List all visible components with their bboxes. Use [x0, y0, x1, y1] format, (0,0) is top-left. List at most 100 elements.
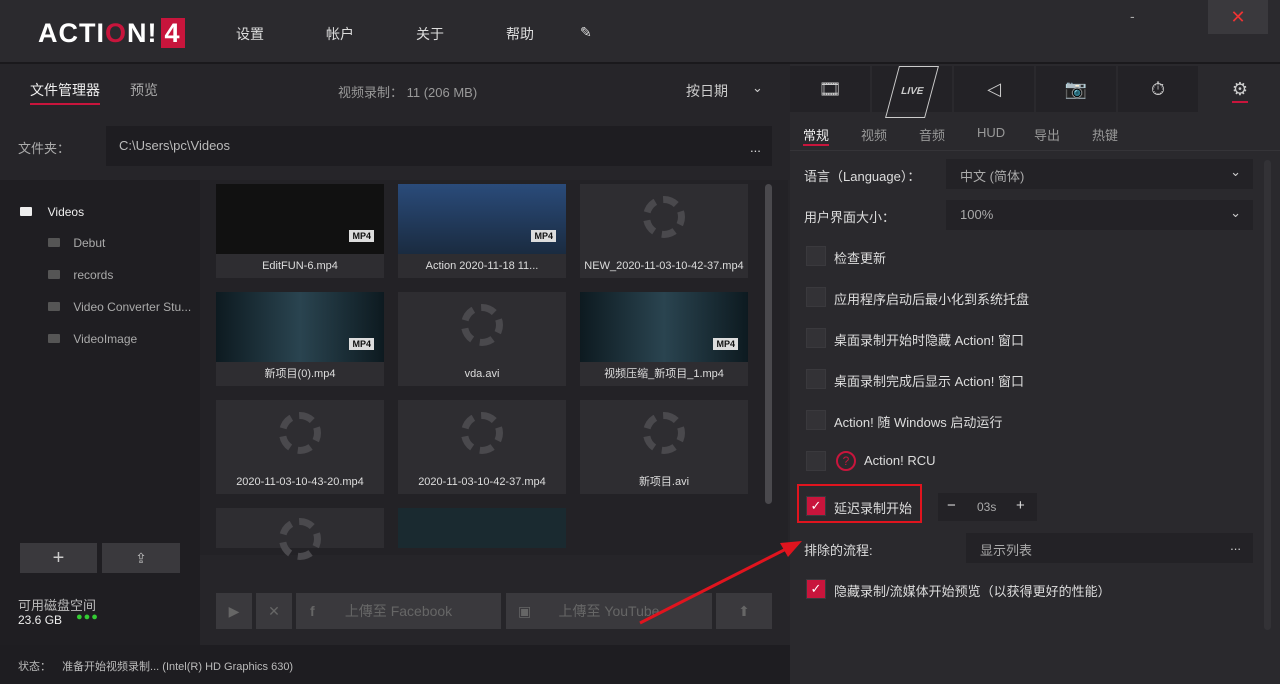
mp4-badge: MP4 [349, 338, 374, 350]
tab-preview[interactable]: 预览 [130, 80, 158, 100]
pen-icon[interactable]: ✎ [580, 24, 592, 41]
video-thumb[interactable]: 新项目.avi [580, 400, 748, 494]
folder-item[interactable]: Debut [48, 236, 105, 250]
subtab-hotkeys[interactable]: 热键 [1092, 125, 1118, 144]
sort-dropdown[interactable]: 按日期 [686, 81, 728, 101]
loading-spinner-icon [279, 412, 321, 454]
thumbnail-image [216, 184, 384, 254]
video-name: vda.avi [464, 368, 500, 380]
video-thumb[interactable]: 2020-11-03-10-43-20.mp4 [216, 400, 384, 494]
help-icon[interactable]: ? [836, 451, 856, 471]
mp4-badge: MP4 [349, 230, 374, 242]
upload-facebook-button[interactable]: f 上傳至 Facebook [296, 593, 501, 629]
recordings-count: 视频录制： 11 (206 MB) [338, 85, 478, 100]
delay-value[interactable]: 03s [977, 500, 996, 514]
folder-icon [48, 302, 60, 311]
video-name: NEW_2020-11-03-10-42-37.mp4 [584, 260, 744, 272]
status-label: 状态： [18, 661, 51, 673]
play-button[interactable]: ▶ [216, 593, 252, 629]
camera-tab-icon[interactable]: 📷 [1036, 66, 1116, 112]
browse-folder-button[interactable]: ... [750, 140, 761, 155]
audio-tab-icon[interactable]: ◁ [954, 66, 1034, 112]
video-thumb[interactable]: NEW_2020-11-03-10-42-37.mp4 [580, 184, 748, 278]
setting-checkbox[interactable] [806, 451, 826, 471]
settings-tab-icon[interactable]: ⚙ [1200, 66, 1280, 112]
video-thumb[interactable] [398, 508, 566, 548]
menu-account[interactable]: 帐户 [326, 24, 354, 44]
ui-size-select[interactable]: 100% ⌄ [946, 200, 1253, 230]
more-button[interactable]: ... [1230, 538, 1241, 553]
setting-checkbox[interactable] [806, 410, 826, 430]
menu-settings[interactable]: 设置 [236, 24, 264, 44]
language-label: 语言（Language）： [804, 169, 921, 184]
setting-checkbox[interactable] [806, 328, 826, 348]
live-tab-icon[interactable]: LIVE [872, 66, 952, 118]
open-folder-button[interactable]: ⇪ [102, 543, 180, 573]
video-thumb[interactable]: MP4 视频压缩_新项目_1.mp4 [580, 292, 748, 386]
loading-spinner-icon [643, 412, 685, 454]
subtab-export[interactable]: 导出 [1034, 125, 1060, 144]
disk-status-dots: ●●● [76, 611, 99, 623]
loading-spinner-icon [643, 196, 685, 238]
folder-label: Debut [73, 236, 106, 250]
language-select[interactable]: 中文 (简体) ⌄ [946, 159, 1253, 189]
settings-scrollbar[interactable] [1264, 160, 1271, 630]
live-label: LIVE [884, 66, 940, 118]
subtab-audio[interactable]: 音频 [919, 125, 945, 144]
increment-button[interactable]: + [1016, 497, 1025, 514]
ui-size-value: 100% [960, 207, 994, 222]
chevron-down-icon: ⌄ [1230, 205, 1241, 220]
delete-button[interactable]: ✕ [256, 593, 292, 629]
folder-icon [20, 207, 32, 216]
folder-path-input[interactable]: C:\Users\pc\Videos [106, 126, 772, 166]
video-tab-icon[interactable]: 🎞 [790, 66, 870, 112]
setting-checkbox[interactable] [806, 369, 826, 389]
video-thumb[interactable] [216, 508, 384, 560]
setting-label: 检查更新 [834, 251, 887, 266]
video-thumb[interactable]: vda.avi [398, 292, 566, 386]
video-name: 新项目(0).mp4 [264, 368, 336, 380]
setting-label: 桌面录制完成后显示 Action! 窗口 [834, 374, 1024, 389]
close-button[interactable]: ✕ [1208, 0, 1268, 34]
folder-item[interactable]: VideoImage [48, 332, 137, 346]
loading-spinner-icon [461, 412, 503, 454]
setting-label: Action! RCU [864, 453, 936, 468]
delay-start-checkbox[interactable]: ✓ [806, 496, 826, 516]
video-name: 视频压缩_新项目_1.mp4 [604, 368, 724, 380]
video-thumb[interactable]: MP4 EditFUN-6.mp4 [216, 184, 384, 278]
subtab-hud[interactable]: HUD [977, 125, 1005, 140]
excluded-processes-list[interactable]: 显示列表... [966, 533, 1253, 563]
timer-tab-icon[interactable]: ⏱ [1118, 66, 1198, 112]
loading-spinner-icon [461, 304, 503, 346]
setting-label: 应用程序启动后最小化到系统托盘 [834, 292, 1030, 307]
title-bar [0, 0, 1280, 64]
show-list-label: 显示列表 [980, 543, 1033, 558]
subtab-general[interactable]: 常规 [803, 125, 830, 146]
minimize-button[interactable]: - [1130, 8, 1135, 24]
video-thumb[interactable]: 2020-11-03-10-42-37.mp4 [398, 400, 566, 494]
chevron-down-icon: ⌄ [1230, 164, 1241, 179]
folder-label: records [73, 268, 114, 282]
menu-about[interactable]: 关于 [416, 24, 444, 44]
hide-preview-label: 隐藏录制/流媒体开始预览（以获得更好的性能） [834, 584, 1111, 599]
folder-item[interactable]: Video Converter Stu... [48, 300, 191, 314]
setting-checkbox[interactable] [806, 287, 826, 307]
setting-checkbox[interactable] [806, 246, 826, 266]
menu-help[interactable]: 帮助 [506, 24, 534, 44]
folder-item[interactable]: records [48, 268, 113, 282]
folder-item-videos[interactable]: Videos [20, 204, 84, 219]
grid-scrollbar[interactable] [765, 184, 772, 504]
add-folder-button[interactable]: + [20, 543, 97, 573]
setting-label: Action! 随 Windows 启动运行 [834, 415, 1003, 430]
video-thumb[interactable]: MP4 新项目(0).mp4 [216, 292, 384, 386]
chevron-down-icon[interactable]: ⌄ [752, 80, 763, 96]
decrement-button[interactable]: − [947, 497, 956, 514]
video-name: Action 2020-11-18 11... [425, 260, 539, 272]
annotation-arrow [639, 541, 802, 625]
video-name: 2020-11-03-10-43-20.mp4 [236, 476, 364, 488]
tab-file-manager[interactable]: 文件管理器 [30, 80, 100, 105]
subtab-video[interactable]: 视频 [861, 125, 887, 144]
folder-label: Videos [47, 205, 85, 219]
facebook-icon: f [310, 603, 315, 619]
video-thumb[interactable]: MP4 Action 2020-11-18 11... [398, 184, 566, 278]
